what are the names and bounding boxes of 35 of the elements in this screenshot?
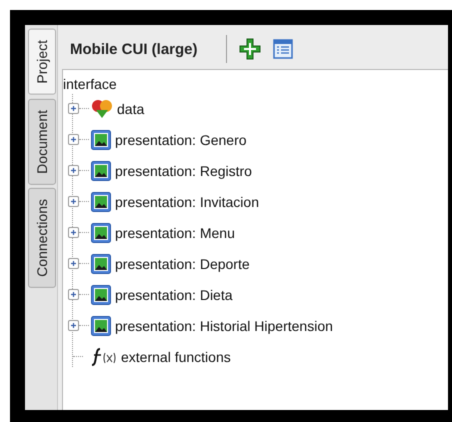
tree-item[interactable]: presentation: Menu (115, 224, 235, 240)
expand-icon[interactable] (68, 103, 79, 114)
image-icon (91, 222, 111, 242)
expand-icon[interactable] (68, 258, 79, 269)
image-icon (91, 284, 111, 304)
shapes-icon (91, 98, 113, 118)
image-icon (91, 160, 111, 180)
tree-item[interactable]: presentation: Deporte (115, 256, 250, 272)
tree-item[interactable]: presentation: Historial Hipertension (115, 318, 333, 334)
side-tab[interactable]: Document (28, 98, 56, 184)
add-button[interactable] (238, 38, 261, 60)
expand-icon[interactable] (68, 134, 79, 145)
expand-icon[interactable] (68, 289, 79, 300)
tree-item[interactable]: external functions (121, 348, 231, 364)
tree-item[interactable]: presentation: Genero (115, 132, 247, 148)
side-tab[interactable]: Project (28, 29, 56, 95)
image-icon (91, 192, 111, 212)
expand-icon[interactable] (68, 320, 79, 331)
side-tab[interactable]: Connections (28, 188, 56, 288)
expand-icon[interactable] (68, 227, 79, 238)
function-icon (91, 346, 117, 366)
expand-icon[interactable] (68, 165, 79, 176)
image-icon (91, 130, 111, 150)
tree-item[interactable]: presentation: Registro (115, 162, 252, 178)
expand-icon[interactable] (68, 196, 79, 207)
add-icon (238, 38, 261, 60)
image-icon (91, 316, 111, 336)
tree-item[interactable]: interface (63, 76, 117, 92)
image-icon (91, 254, 111, 274)
panel-title: Mobile CUI (large) (70, 40, 198, 58)
tree-item[interactable]: presentation: Dieta (115, 286, 233, 302)
list-icon (272, 39, 293, 59)
tree-item[interactable]: data (117, 100, 144, 116)
list-button[interactable] (272, 39, 293, 59)
tree-item[interactable]: presentation: Invitacion (115, 194, 259, 210)
